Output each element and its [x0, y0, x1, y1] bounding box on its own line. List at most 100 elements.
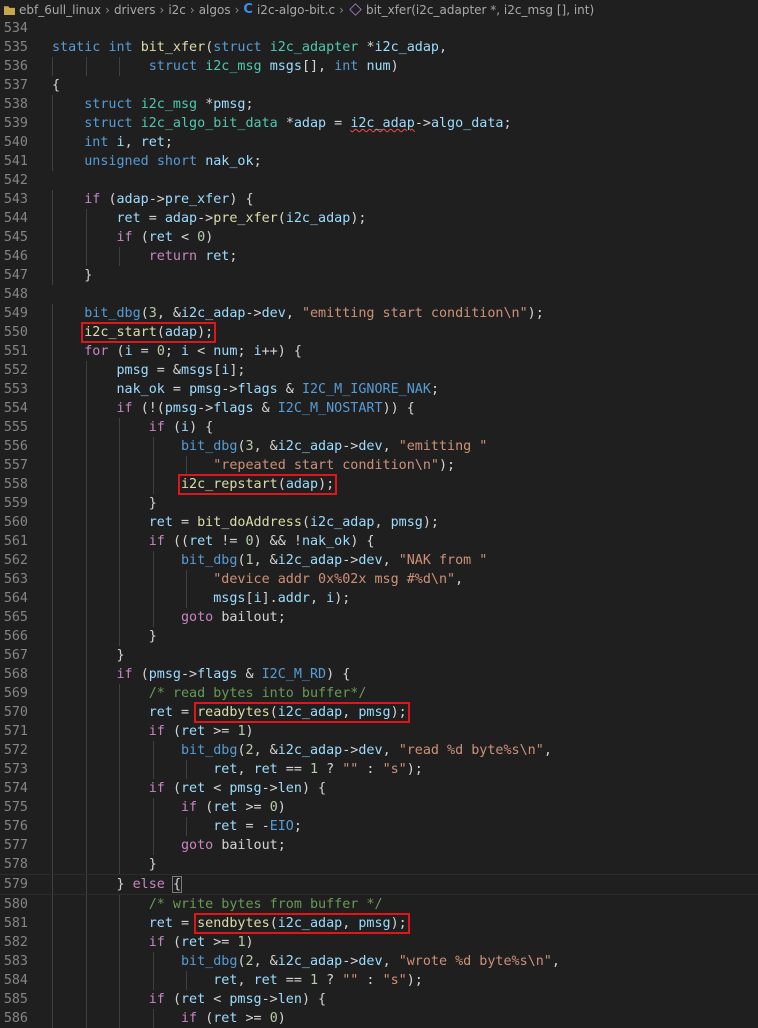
code-token: ,	[374, 515, 391, 530]
code-line[interactable]: 554 if (!(pmsg->flags & I2C_M_NOSTART)) …	[0, 399, 758, 418]
code-line[interactable]: 565 goto bailout;	[0, 608, 758, 627]
code-line[interactable]: 574 if (ret < pmsg->len) {	[0, 779, 758, 798]
code-token: ) && !	[253, 534, 302, 549]
breadcrumb-item-root[interactable]: ebf_6ull_linux	[19, 3, 101, 17]
breadcrumb-item-file[interactable]: i2c-algo-bit.c	[257, 3, 335, 17]
code-token: :	[358, 762, 383, 777]
code-line[interactable]: 542	[0, 171, 758, 190]
code-token: "wrote %d byte%s\n"	[398, 954, 552, 969]
code-line[interactable]: 551 for (i = 0; i < num; i++) {	[0, 342, 758, 361]
code-line[interactable]: 583 bit_dbg(2, &i2c_adap->dev, "wrote %d…	[0, 952, 758, 971]
code-line[interactable]: 557 "repeated start condition\n");	[0, 456, 758, 475]
code-line[interactable]: 584 ret, ret == 1 ? "" : "s");	[0, 971, 758, 990]
code-text: ret = sendbytes(i2c_adap, pmsg);	[52, 913, 410, 934]
breadcrumb-item-symbol[interactable]: bit_xfer(i2c_adapter *, i2c_msg [], int)	[366, 3, 594, 17]
code-token: pmsg	[164, 401, 198, 416]
code-editor[interactable]: 534 535 static int bit_xfer(struct i2c_ada…	[0, 19, 758, 1028]
code-line[interactable]: 563 "device addr 0x%02x msg #%d\n",	[0, 570, 758, 589]
code-line[interactable]: 540 int i, ret;	[0, 133, 758, 152]
code-line[interactable]: 546 return ret;	[0, 247, 758, 266]
code-token: (	[237, 439, 246, 454]
code-line[interactable]: 539 struct i2c_algo_bit_data *adap = i2c…	[0, 114, 758, 133]
code-token: i2c_adap	[350, 116, 415, 131]
code-token: 2	[245, 743, 254, 758]
code-line[interactable]: 580 /* write bytes from buffer */	[0, 895, 758, 914]
code-line[interactable]: 538 struct i2c_msg *pmsg;	[0, 95, 758, 114]
code-line[interactable]: 570 ret = readbytes(i2c_adap, pmsg);	[0, 702, 758, 723]
code-token: ==	[277, 762, 310, 777]
code-line[interactable]: 561 if ((ret != 0) && !nak_ok) {	[0, 532, 758, 551]
code-token: 1	[310, 762, 319, 777]
code-token: ) {	[301, 781, 327, 796]
code-token: 2	[245, 954, 254, 969]
code-line[interactable]: 555 if (i) {	[0, 418, 758, 437]
code-token: ,	[551, 954, 560, 969]
code-line[interactable]: 585 if (ret < pmsg->len) {	[0, 990, 758, 1009]
code-line[interactable]: 544 ret = adap->pre_xfer(i2c_adap);	[0, 209, 758, 228]
code-line[interactable]: 566 }	[0, 627, 758, 646]
code-line[interactable]: 550 i2c_start(adap);	[0, 322, 758, 343]
code-token: for	[84, 344, 117, 359]
code-token: 3	[245, 439, 254, 454]
highlighted-token: i2c_adap	[277, 705, 343, 720]
code-line[interactable]: 536 struct i2c_msg msgs[], int num)	[0, 57, 758, 76]
breadcrumb-item-drivers[interactable]: drivers	[114, 3, 156, 17]
code-token: ->	[342, 553, 359, 568]
code-line[interactable]: 553 nak_ok = pmsg->flags & I2C_M_IGNORE_…	[0, 380, 758, 399]
code-line[interactable]: 537 {	[0, 76, 758, 95]
code-line[interactable]: 573 ret, ret == 1 ? "" : "s");	[0, 760, 758, 779]
code-line[interactable]: 567 }	[0, 646, 758, 665]
code-text: {	[52, 76, 60, 95]
breadcrumb-item-i2c[interactable]: i2c	[168, 3, 186, 17]
code-line[interactable]: 541 unsigned short nak_ok;	[0, 152, 758, 171]
code-token: );	[406, 973, 423, 988]
line-number: 579	[3, 877, 28, 892]
code-line[interactable]: 571 if (ret >= 1)	[0, 722, 758, 741]
breadcrumb-item-algos[interactable]: algos	[199, 3, 231, 17]
line-number: 552	[3, 363, 28, 378]
code-line[interactable]: 547 }	[0, 266, 758, 285]
code-token: pmsg	[229, 992, 262, 1007]
line-number: 551	[3, 344, 28, 359]
code-line[interactable]: 556 bit_dbg(3, &i2c_adap->dev, "emitting…	[0, 437, 758, 456]
code-token: :	[358, 973, 383, 988]
code-line[interactable]: 558 i2c_repstart(adap);	[0, 474, 758, 495]
code-line[interactable]: 576 ret = -EIO;	[0, 817, 758, 836]
code-line[interactable]: 572 bit_dbg(2, &i2c_adap->dev, "read %d …	[0, 741, 758, 760]
code-line[interactable]: 562 bit_dbg(1, &i2c_adap->dev, "NAK from…	[0, 551, 758, 570]
code-token: goto	[181, 610, 222, 625]
code-line[interactable]: 582 if (ret >= 1)	[0, 933, 758, 952]
code-token: i	[326, 591, 335, 606]
code-line[interactable]: 569 /* read bytes into buffer*/	[0, 684, 758, 703]
code-line[interactable]: 559 }	[0, 494, 758, 513]
code-line[interactable]: 560 ret = bit_doAddress(i2c_adap, pmsg);	[0, 513, 758, 532]
line-number: 583	[3, 954, 28, 969]
code-line[interactable]: 534	[0, 19, 758, 38]
code-token: i	[253, 591, 262, 606]
code-line[interactable]: 586 if (ret >= 0)	[0, 1009, 758, 1028]
code-line[interactable]: 579 } else {	[0, 874, 758, 895]
code-token: nak_ok	[116, 382, 165, 397]
code-text: bit_dbg(3, &i2c_adap->dev, "emitting "	[52, 437, 487, 456]
code-line[interactable]: 548	[0, 285, 758, 304]
code-line[interactable]: 564 msgs[i].addr, i);	[0, 589, 758, 608]
line-number: 562	[3, 553, 28, 568]
code-token: "NAK from "	[398, 553, 488, 568]
code-line[interactable]: 549 bit_dbg(3, &i2c_adap->dev, "emitting…	[0, 304, 758, 323]
code-line[interactable]: 577 goto bailout;	[0, 836, 758, 855]
code-line[interactable]: 552 pmsg = &msgs[i];	[0, 361, 758, 380]
code-token: }	[116, 648, 125, 663]
code-line[interactable]: 581 ret = sendbytes(i2c_adap, pmsg);	[0, 913, 758, 934]
code-line[interactable]: 575 if (ret >= 0)	[0, 798, 758, 817]
code-token: ;	[164, 135, 173, 150]
code-line[interactable]: 543 if (adap->pre_xfer) {	[0, 190, 758, 209]
code-token: ,	[237, 973, 254, 988]
code-line[interactable]: 545 if (ret < 0)	[0, 228, 758, 247]
code-line[interactable]: 568 if (pmsg->flags & I2C_M_RD) {	[0, 665, 758, 684]
code-line[interactable]: 535 static int bit_xfer(struct i2c_adapte…	[0, 38, 758, 57]
highlighted-token: pmsg	[358, 916, 391, 931]
code-text: ret = bit_doAddress(i2c_adap, pmsg);	[52, 513, 439, 532]
code-line[interactable]: 578 }	[0, 855, 758, 874]
